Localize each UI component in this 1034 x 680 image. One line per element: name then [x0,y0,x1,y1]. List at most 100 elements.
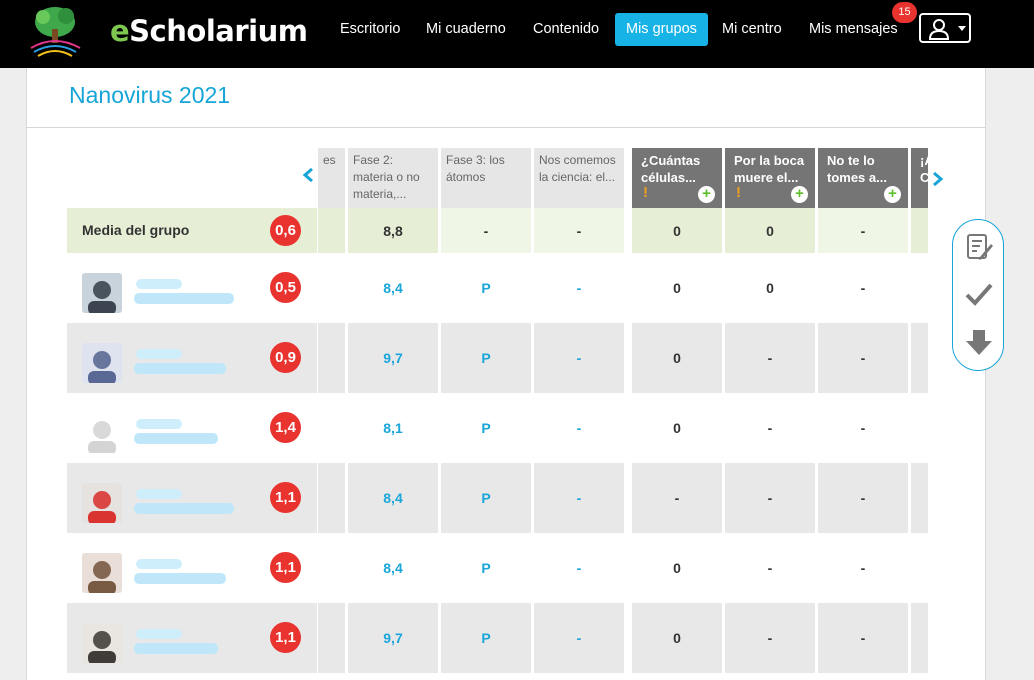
grade-cell[interactable]: 8,4 [348,463,438,533]
nav-mi-cuaderno[interactable]: Mi cuaderno [415,13,517,46]
grade-cell[interactable]: 0 [632,208,722,253]
grade-cell[interactable]: - [725,463,815,533]
chevron-down-icon [958,26,966,31]
download-icon[interactable] [964,328,994,358]
grade-cell[interactable]: 0 [725,253,815,323]
grade-cell[interactable]: - [818,463,908,533]
nav-mi-centro[interactable]: Mi centro [711,13,793,46]
score-badge: 0,5 [270,272,301,303]
column-header[interactable]: ¡A C [911,148,928,208]
grade-cell[interactable]: P [441,253,531,323]
score-badge: 1,1 [270,622,301,653]
column-header[interactable]: ¿Cuántas células... ! + [632,148,722,208]
score-badge: 1,4 [270,412,301,443]
student-row[interactable]: 1,1 8,4 P -0- - [67,533,928,603]
tree-logo-icon [30,7,81,57]
grade-cell[interactable]: - [534,603,624,673]
student-row[interactable]: 1,4 8,1 P -0- - [67,393,928,463]
page-title: Nanovirus 2021 [69,82,231,108]
grade-cell[interactable]: 0 [632,603,722,673]
grade-cell[interactable]: - [818,323,908,393]
grade-cell[interactable]: P [441,323,531,393]
column-header[interactable]: Fase 2: materia o no materia,... [348,148,438,208]
score-badge: 1,1 [270,482,301,513]
grade-cell[interactable]: 9,7 [348,323,438,393]
nav-escritorio[interactable]: Escritorio [329,13,411,46]
avatar [82,483,122,523]
grade-cell[interactable]: - [534,533,624,603]
escholarium-logo[interactable]: eScholarium [26,4,308,58]
scroll-right-icon[interactable] [930,172,944,186]
grade-cell[interactable]: 8,1 [348,393,438,463]
grade-cell[interactable]: - [441,208,531,253]
grade-cell[interactable]: - [632,463,722,533]
student-row[interactable]: 0,9 9,7 P -0- - [67,323,928,393]
column-header[interactable]: Nos comemos la ciencia: el... [534,148,624,208]
grade-cell[interactable]: - [818,253,908,323]
app-name: eScholarium [110,14,308,48]
grade-cell[interactable]: 8,4 [348,253,438,323]
column-header[interactable]: es [318,148,345,208]
side-toolbar [952,219,1004,371]
user-icon [928,19,950,40]
grade-cell[interactable]: - [818,533,908,603]
add-icon[interactable]: + [791,186,808,203]
column-header[interactable]: Fase 3: los átomos [441,148,531,208]
avatar [82,343,122,383]
grade-cell[interactable]: P [441,393,531,463]
grade-cell[interactable]: P [441,463,531,533]
grade-cell[interactable]: 8,4 [348,533,438,603]
grade-cell[interactable]: - [818,603,908,673]
grade-cell[interactable]: - [725,323,815,393]
grade-cell[interactable]: - [534,208,624,253]
student-name-blurred[interactable] [134,555,254,591]
avatar [82,553,122,593]
grade-cell[interactable]: 9,7 [348,603,438,673]
scroll-left-icon[interactable] [302,168,316,182]
grade-cell[interactable]: - [534,323,624,393]
edit-notes-icon[interactable] [964,232,994,262]
grade-cell[interactable]: 0 [632,253,722,323]
nav-mis-mensajes[interactable]: Mis mensajes [798,13,909,46]
student-row[interactable]: 1,1 9,7 P -0- - [67,603,928,673]
student-name-blurred[interactable] [134,275,254,311]
grade-cell[interactable]: 0 [725,208,815,253]
grade-cell[interactable]: - [818,393,908,463]
avatar [82,623,122,663]
check-icon[interactable] [964,280,994,310]
grade-cell[interactable]: 0 [632,393,722,463]
grade-cell[interactable]: 0 [632,533,722,603]
score-badge: 1,1 [270,552,301,583]
nav-contenido[interactable]: Contenido [522,13,610,46]
grade-cell[interactable]: - [534,253,624,323]
grade-cell[interactable]: - [725,533,815,603]
column-header[interactable]: Por la boca muere el... ! + [725,148,815,208]
grade-cell[interactable]: - [725,603,815,673]
top-navbar: eScholarium Escritorio Mi cuaderno Conte… [0,0,1034,68]
student-row[interactable]: 1,1 8,4 P - - - - [67,463,928,533]
column-header[interactable]: No te lo tomes a... + [818,148,908,208]
nav-mis-grupos[interactable]: Mis grupos [615,13,708,46]
user-menu-button[interactable] [919,13,971,43]
student-name-blurred[interactable] [134,485,254,521]
add-icon[interactable]: + [884,186,901,203]
avatar [82,273,122,313]
student-name-blurred[interactable] [134,415,254,451]
student-name-blurred[interactable] [134,625,254,661]
grade-cell[interactable]: P [441,533,531,603]
add-icon[interactable]: + [698,186,715,203]
warning-icon: ! [736,184,741,201]
student-name-blurred[interactable] [134,345,254,381]
grade-cell[interactable]: - [534,463,624,533]
grade-cell[interactable]: 0 [632,323,722,393]
group-mean-row: Media del grupo 0,6 8,8 - - 0 0 - [67,208,928,253]
score-badge: 0,9 [270,342,301,373]
student-row[interactable]: 0,5 8,4 P -0 0- [67,253,928,323]
messages-count-badge: 15 [892,2,917,23]
avatar [82,413,122,453]
grade-cell[interactable]: P [441,603,531,673]
grade-cell[interactable]: - [818,208,908,253]
grade-cell[interactable]: - [725,393,815,463]
grade-cell[interactable]: - [534,393,624,463]
grade-cell[interactable]: 8,8 [348,208,438,253]
